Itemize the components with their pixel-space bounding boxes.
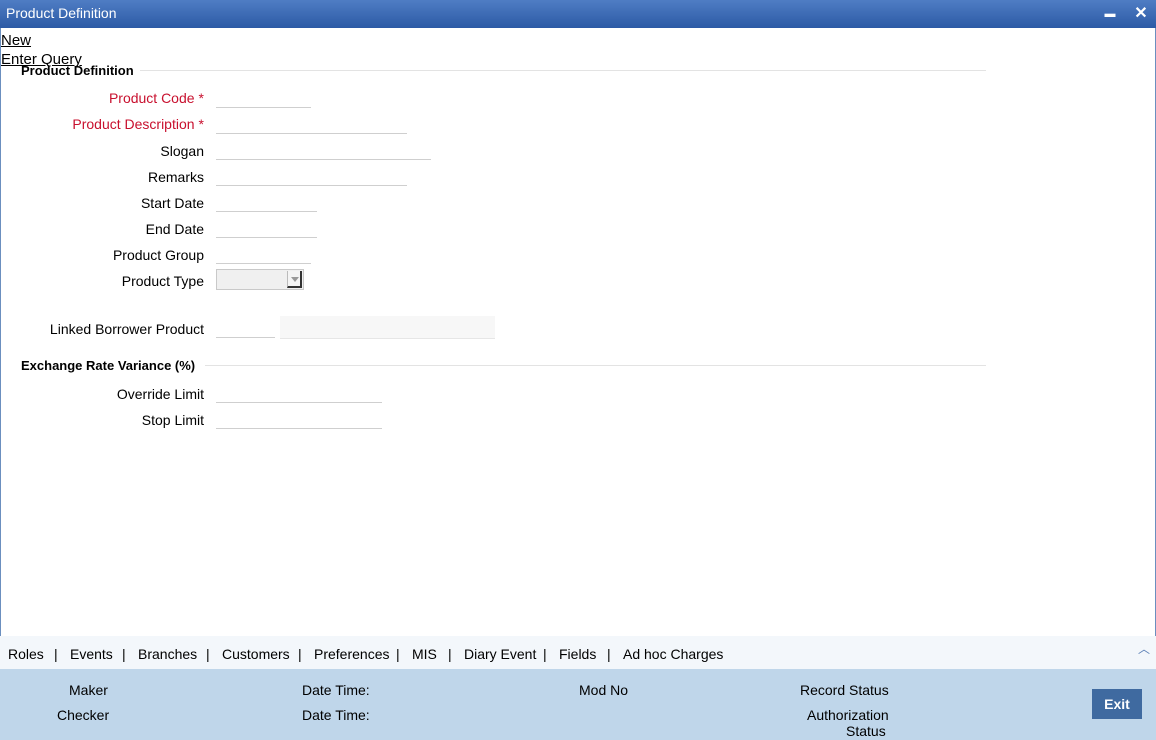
- checker-label: Checker: [57, 707, 110, 723]
- new-link[interactable]: New: [1, 32, 31, 49]
- authorization-status-label-line2: Status: [846, 723, 886, 739]
- tab-ad-hoc-charges[interactable]: Ad hoc Charges: [623, 646, 723, 662]
- remarks-label: Remarks: [147, 169, 204, 185]
- exit-button[interactable]: Exit: [1092, 689, 1142, 719]
- start-date-input[interactable]: [216, 192, 317, 212]
- title-bar: Product Definition ▬ ✕: [0, 0, 1156, 28]
- close-icon[interactable]: ✕: [1131, 4, 1151, 24]
- remarks-input[interactable]: [216, 166, 407, 186]
- tab-separator: |: [396, 646, 400, 662]
- chevron-up-icon[interactable]: ︿: [1138, 640, 1150, 657]
- tab-roles[interactable]: Roles: [8, 646, 44, 662]
- audit-footer: [0, 669, 1156, 740]
- tab-fields[interactable]: Fields: [559, 646, 596, 662]
- start-date-label: Start Date: [140, 195, 204, 211]
- slogan-input[interactable]: [216, 140, 431, 160]
- tab-separator: |: [607, 646, 611, 662]
- product-description-label: Product Description *: [72, 116, 204, 132]
- product-code-label: Product Code *: [108, 90, 204, 106]
- tab-diary-event[interactable]: Diary Event: [464, 646, 536, 662]
- tab-separator: |: [206, 646, 210, 662]
- linked-borrower-product-description: [280, 316, 495, 339]
- subsystem-tabs: Roles | Events | Branches | Customers | …: [0, 636, 1156, 669]
- record-status-label: Record Status: [800, 682, 889, 698]
- tab-separator: |: [122, 646, 126, 662]
- tab-separator: |: [543, 646, 547, 662]
- product-description-input[interactable]: [216, 114, 407, 134]
- mod-no-label: Mod No: [579, 682, 629, 698]
- chevron-down-icon[interactable]: [287, 271, 302, 288]
- product-type-select[interactable]: [216, 269, 304, 290]
- product-type-label: Product Type: [121, 273, 204, 289]
- product-group-input[interactable]: [216, 244, 311, 264]
- product-code-input[interactable]: [216, 88, 311, 108]
- override-limit-input[interactable]: [216, 383, 382, 403]
- stop-limit-label: Stop Limit: [141, 412, 204, 428]
- checker-date-time-label: Date Time:: [302, 707, 370, 723]
- maker-date-time-label: Date Time:: [302, 682, 370, 698]
- tab-mis[interactable]: MIS: [412, 646, 437, 662]
- section-title-exchange-rate-variance: Exchange Rate Variance (%): [21, 358, 196, 373]
- maker-label: Maker: [69, 682, 108, 698]
- override-limit-label: Override Limit: [116, 386, 204, 402]
- tab-separator: |: [448, 646, 452, 662]
- authorization-status-label: Authorization: [807, 707, 889, 723]
- section-title-product-definition: Product Definition: [21, 63, 134, 78]
- section-divider: [140, 70, 986, 71]
- linked-borrower-product-input[interactable]: [216, 318, 275, 338]
- tab-customers[interactable]: Customers: [222, 646, 290, 662]
- tab-branches[interactable]: Branches: [138, 646, 197, 662]
- tab-separator: |: [54, 646, 58, 662]
- end-date-label: End Date: [145, 221, 204, 237]
- slogan-label: Slogan: [160, 143, 204, 159]
- linked-borrower-product-label: Linked Borrower Product: [49, 321, 204, 337]
- section-divider: [205, 365, 986, 366]
- tab-events[interactable]: Events: [70, 646, 113, 662]
- tab-preferences[interactable]: Preferences: [314, 646, 389, 662]
- product-group-label: Product Group: [112, 247, 204, 263]
- end-date-input[interactable]: [216, 218, 317, 238]
- minimize-icon[interactable]: ▬: [1100, 4, 1120, 24]
- stop-limit-input[interactable]: [216, 409, 382, 429]
- window-title: Product Definition: [6, 5, 117, 21]
- tab-separator: |: [298, 646, 302, 662]
